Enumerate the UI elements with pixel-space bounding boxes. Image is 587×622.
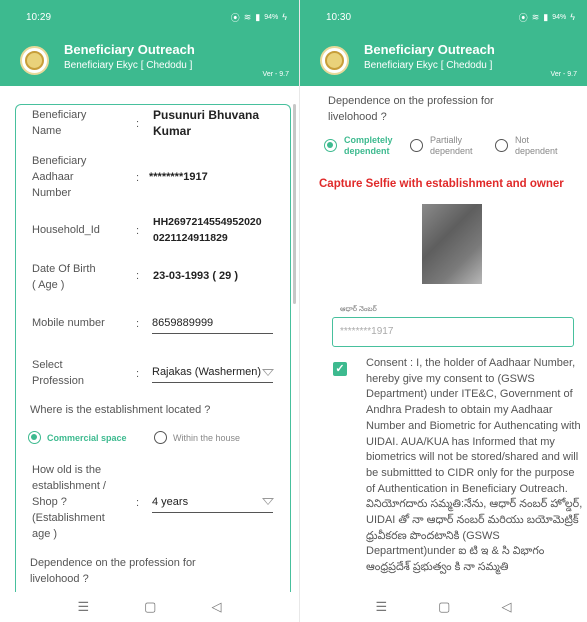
location-icon: ⦿ [230, 12, 240, 23]
location-icon: ⦿ [518, 12, 528, 23]
colon: : [136, 497, 140, 509]
app-bar: Beneficiary Outreach Beneficiary Ekyc [ … [0, 34, 299, 86]
app-bar: Beneficiary Outreach Beneficiary Ekyc [ … [300, 34, 587, 86]
app-subtitle: Beneficiary Ekyc [ Chedodu ] [364, 60, 493, 71]
aadhar-field-caption: ఆధార్ నెంబర్ [340, 306, 377, 313]
beneficiary-form-card: Beneficiary Name : Pusunuri Bhuvana Kuma… [15, 104, 291, 604]
dependence-question: Dependence on the profession for liveloh… [328, 95, 494, 123]
left-screen: 10:29 ⦿ ≋ ▮ 94% ϟ Beneficiary Outreach B… [0, 0, 299, 622]
establishment-age-value: 4 years [152, 496, 189, 508]
consent-text: Consent : I, the holder of Aadhaar Numbe… [366, 357, 583, 574]
wifi-icon: ≋ [531, 11, 540, 22]
household-id-value: HH2697214554952020 0221124911829 [153, 216, 262, 244]
mobile-number-label: Mobile number [32, 317, 105, 329]
app-version: Ver - 9.7 [550, 71, 577, 78]
status-icons: ⦿ ≋ ▮ 94% ϟ [231, 11, 287, 24]
radio-label-not-dependent: Not dependent [515, 135, 558, 156]
recent-apps-icon[interactable]: ☰ [78, 599, 90, 615]
dob-label: Date Of Birth ( Age ) [32, 263, 96, 291]
status-bar: 10:29 ⦿ ≋ ▮ 94% ϟ [0, 0, 299, 34]
chevron-down-icon[interactable] [262, 369, 274, 376]
app-version: Ver - 9.7 [262, 71, 289, 78]
right-screen: 10:30 ⦿ ≋ ▮ 94% ϟ Beneficiary Outreach B… [300, 0, 587, 622]
chevron-down-icon[interactable] [262, 498, 274, 505]
radio-partially-dependent[interactable] [410, 139, 423, 152]
selfie-photo[interactable] [422, 204, 482, 284]
wifi-icon: ≋ [243, 11, 252, 22]
app-title: Beneficiary Outreach [364, 42, 495, 57]
radio-within-house[interactable] [154, 431, 167, 444]
system-nav-bar: ☰ ▢ ◁ [300, 592, 587, 622]
colon: : [136, 368, 140, 380]
status-time: 10:29 [26, 11, 52, 23]
beneficiary-name-label: Beneficiary Name [32, 109, 87, 137]
system-nav-bar: ☰ ▢ ◁ [0, 592, 299, 622]
back-icon[interactable]: ◁ [211, 599, 221, 615]
radio-label-completely-dependent: Completely dependent [344, 135, 393, 156]
profession-label: Select Profession [32, 359, 84, 387]
signal-icon: ▮ [543, 11, 549, 22]
home-icon[interactable]: ▢ [438, 599, 450, 615]
profession-selected-value: Rajakas (Washermen) [152, 366, 262, 378]
colon: : [136, 225, 140, 237]
colon: : [136, 270, 140, 282]
radio-label-within-house: Within the house [173, 433, 241, 443]
status-bar: 10:30 ⦿ ≋ ▮ 94% ϟ [300, 0, 587, 34]
battery-level: 94% [552, 13, 567, 21]
colon: : [136, 118, 140, 130]
consent-checkbox[interactable]: ✓ [333, 362, 347, 376]
mobile-number-input[interactable]: 8659889999 [152, 315, 273, 334]
aadhar-number-field[interactable]: ********1917 [332, 317, 574, 347]
scrollbar[interactable] [293, 104, 296, 304]
recent-apps-icon[interactable]: ☰ [376, 599, 388, 615]
colon: : [136, 172, 140, 184]
radio-commercial-space[interactable] [28, 431, 41, 444]
dob-value: 23-03-1993 ( 29 ) [153, 270, 238, 282]
beneficiary-name-value: Pusunuri Bhuvana Kumar [153, 108, 260, 138]
radio-label-partially-dependent: Partially dependent [430, 135, 473, 156]
aadhaar-number-label: Beneficiary Aadhaar Number [32, 155, 87, 199]
capture-selfie-heading: Capture Selfie with establishment and ow… [319, 178, 564, 190]
app-title: Beneficiary Outreach [64, 42, 195, 57]
ap-emblem-logo [20, 46, 49, 75]
aadhaar-number-value: ********1917 [149, 171, 208, 183]
colon: : [136, 318, 140, 330]
aadhar-number-value: ********1917 [340, 326, 394, 337]
radio-not-dependent[interactable] [495, 139, 508, 152]
household-id-label: Household_Id [32, 224, 100, 236]
dependence-question: Dependence on the profession for liveloh… [30, 557, 196, 585]
establishment-age-label: How old is the establishment / Shop ? (E… [32, 464, 106, 540]
profession-select[interactable]: Rajakas (Washermen) [152, 364, 273, 383]
signal-icon: ▮ [255, 11, 261, 22]
battery-icon: ϟ [282, 12, 287, 22]
ap-emblem-logo [320, 46, 349, 75]
battery-level: 94% [264, 13, 279, 21]
radio-label-commercial-space: Commercial space [47, 433, 127, 443]
status-time: 10:30 [326, 11, 352, 23]
battery-icon: ϟ [570, 12, 575, 22]
location-question: Where is the establishment located ? [30, 404, 211, 416]
establishment-age-select[interactable]: 4 years [152, 494, 273, 513]
radio-completely-dependent[interactable] [324, 139, 337, 152]
app-subtitle: Beneficiary Ekyc [ Chedodu ] [64, 60, 193, 71]
back-icon[interactable]: ◁ [501, 599, 511, 615]
home-icon[interactable]: ▢ [144, 599, 156, 615]
status-icons: ⦿ ≋ ▮ 94% ϟ [519, 11, 575, 24]
